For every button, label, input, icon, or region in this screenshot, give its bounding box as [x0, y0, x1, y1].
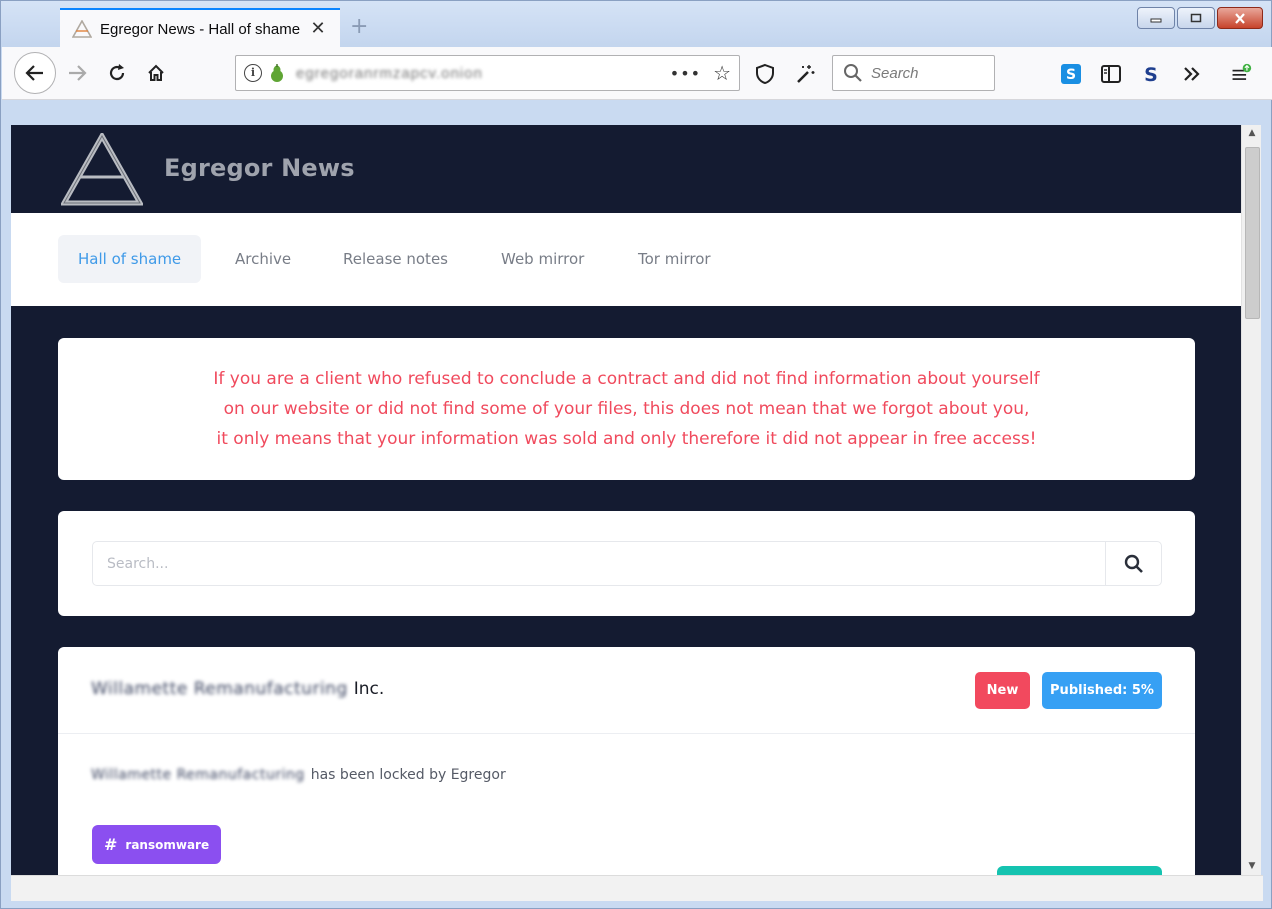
warning-notice: If you are a client who refused to concl… — [58, 338, 1195, 480]
shield-icon[interactable] — [754, 63, 776, 85]
back-arrow-icon — [25, 65, 43, 81]
nav-archive[interactable]: Archive — [215, 235, 311, 283]
site-brand[interactable]: Egregor News — [164, 154, 355, 182]
new-badge: New — [975, 672, 1030, 709]
minimize-button[interactable] — [1137, 7, 1175, 29]
close-window-button[interactable] — [1217, 7, 1263, 29]
window-controls — [1137, 7, 1263, 29]
scroll-up-arrow-icon[interactable]: ▲ — [1242, 125, 1262, 142]
overflow-chevron-icon[interactable] — [1181, 63, 1203, 85]
reload-icon — [109, 64, 125, 81]
page-actions-icon[interactable]: ••• — [670, 64, 701, 83]
browser-window: Egregor News - Hall of shame ✕ + i egreg… — [0, 0, 1272, 909]
forward-arrow-icon — [69, 65, 87, 81]
bottom-bar — [11, 875, 1263, 901]
locked-statement: Willamette Remanufacturing has been lock… — [91, 767, 506, 783]
browser-tab[interactable]: Egregor News - Hall of shame ✕ — [60, 8, 340, 48]
forward-button[interactable] — [59, 55, 95, 91]
tab-strip: Egregor News - Hall of shame ✕ + — [1, 1, 1271, 48]
minimize-icon — [1150, 18, 1162, 23]
company-name-suffix: Inc. — [353, 679, 385, 699]
site-favicon-icon — [72, 20, 92, 38]
sidebar-icon[interactable] — [1100, 63, 1122, 85]
search-icon — [844, 64, 862, 82]
tab-title: Egregor News - Hall of shame — [100, 20, 301, 38]
published-badge: Published: 5% — [1042, 672, 1162, 709]
svg-text:S: S — [1144, 64, 1158, 85]
tag-label: ransomware — [125, 837, 210, 852]
company-name[interactable]: Willamette Remanufacturing Inc. — [91, 679, 384, 699]
nav-release-notes[interactable]: Release notes — [323, 235, 468, 283]
page-viewport: Egregor News Hall of shame Archive Relea… — [11, 125, 1241, 875]
scroll-thumb[interactable] — [1245, 147, 1260, 319]
nav-web-mirror[interactable]: Web mirror — [481, 235, 604, 283]
notice-line-2: on our website or did not find some of y… — [223, 399, 1030, 419]
restore-button[interactable] — [1177, 7, 1215, 29]
search-card — [58, 511, 1195, 616]
address-bar[interactable]: i egregoranrmzapcv.onion ••• ☆ — [235, 55, 740, 91]
s-extension-icon[interactable]: S — [1140, 63, 1162, 85]
vertical-scrollbar[interactable]: ▲ ▼ — [1241, 125, 1261, 875]
browser-search-placeholder: Search — [871, 64, 919, 82]
company-name-redacted: Willamette Remanufacturing — [91, 679, 348, 699]
svg-text:S: S — [1066, 67, 1076, 83]
entry-action-button[interactable] — [997, 866, 1162, 875]
nav-hall-of-shame[interactable]: Hall of shame — [58, 235, 202, 283]
magnifier-icon — [1124, 554, 1143, 573]
navigation-toolbar: i egregoranrmzapcv.onion ••• ☆ Search S … — [2, 47, 1272, 100]
site-header: Egregor News — [11, 125, 1241, 213]
skype-extension-icon[interactable]: S — [1060, 63, 1082, 85]
reload-button[interactable] — [99, 55, 135, 91]
site-search-box — [92, 541, 1162, 586]
notice-line-3: it only means that your information was … — [216, 429, 1037, 449]
home-button[interactable] — [138, 55, 174, 91]
notice-line-1: If you are a client who refused to concl… — [213, 369, 1040, 389]
bookmark-star-icon[interactable]: ☆ — [713, 61, 731, 85]
onion-site-icon — [271, 64, 283, 82]
close-window-icon — [1235, 12, 1245, 24]
locked-company-redacted: Willamette Remanufacturing — [91, 767, 305, 783]
victim-entry-card: Willamette Remanufacturing Inc. New Publ… — [58, 647, 1195, 875]
site-search-button[interactable] — [1105, 542, 1161, 585]
locked-text: has been locked by Egregor — [310, 767, 506, 783]
site-nav: Hall of shame Archive Release notes Web … — [11, 213, 1241, 306]
url-text: egregoranrmzapcv.onion — [296, 64, 483, 82]
restore-icon — [1190, 13, 1202, 23]
magic-wand-icon[interactable] — [794, 63, 816, 85]
scroll-down-arrow-icon[interactable]: ▼ — [1242, 858, 1262, 875]
back-button[interactable] — [14, 52, 56, 94]
hashtag-icon: # — [104, 835, 118, 854]
close-tab-icon[interactable]: ✕ — [308, 19, 328, 39]
info-icon[interactable]: i — [244, 64, 262, 82]
home-icon — [148, 64, 164, 81]
menu-hamburger-icon[interactable] — [1230, 63, 1252, 85]
egregor-logo-icon — [61, 133, 143, 206]
nav-tor-mirror[interactable]: Tor mirror — [618, 235, 731, 283]
browser-search-field[interactable]: Search — [832, 55, 995, 91]
new-tab-icon[interactable]: + — [350, 15, 368, 39]
site-search-input[interactable] — [93, 542, 1105, 585]
entry-header: Willamette Remanufacturing Inc. New Publ… — [58, 647, 1195, 734]
ransomware-tag[interactable]: # ransomware — [92, 825, 222, 864]
